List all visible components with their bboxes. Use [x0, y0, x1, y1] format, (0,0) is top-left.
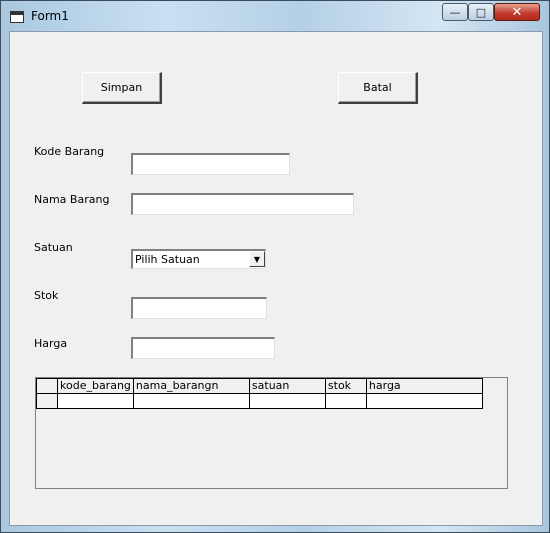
harga-label: Harga — [34, 337, 68, 350]
save-button[interactable]: Simpan — [82, 72, 162, 104]
maximize-button[interactable]: □ — [468, 3, 494, 21]
grid-row-selector[interactable] — [36, 393, 58, 409]
form-client-area: Simpan Batal Kode Barang Nama Barang Sat… — [9, 31, 543, 526]
grid-corner-cell[interactable] — [36, 378, 58, 394]
satuan-select[interactable]: Pilih Satuan ▼ — [131, 249, 266, 269]
grid-cell[interactable] — [248, 393, 326, 409]
dropdown-arrow-icon[interactable]: ▼ — [249, 251, 265, 267]
data-grid-table: kode_barang nama_barangn satuan stok har… — [36, 378, 483, 409]
data-grid[interactable]: kode_barang nama_barangn satuan stok har… — [35, 377, 508, 489]
table-row[interactable] — [36, 393, 483, 409]
satuan-selected-value: Pilih Satuan — [135, 253, 200, 266]
title-bar[interactable]: Form1 — □ ✕ — [1, 1, 549, 31]
grid-header-row: kode_barang nama_barangn satuan stok har… — [36, 378, 483, 394]
harga-input[interactable] — [131, 337, 275, 359]
minimize-icon: — — [449, 5, 461, 19]
minimize-button[interactable]: — — [442, 3, 468, 21]
window-title: Form1 — [31, 9, 69, 23]
kode-barang-label: Kode Barang — [34, 145, 105, 158]
stok-input[interactable] — [131, 297, 267, 319]
grid-cell[interactable] — [365, 393, 483, 409]
close-button[interactable]: ✕ — [494, 3, 540, 21]
grid-column-header[interactable]: harga — [365, 378, 483, 394]
grid-cell[interactable] — [132, 393, 250, 409]
cancel-button[interactable]: Batal — [338, 72, 418, 104]
grid-column-header[interactable]: kode_barang — [57, 378, 134, 394]
kode-barang-input[interactable] — [131, 153, 290, 175]
grid-cell[interactable] — [324, 393, 367, 409]
form-icon — [10, 11, 24, 23]
stok-label: Stok — [34, 289, 59, 302]
grid-column-header[interactable]: stok — [324, 378, 367, 394]
grid-column-header[interactable]: nama_barangn — [132, 378, 250, 394]
nama-barang-label: Nama Barang — [34, 193, 110, 206]
window-frame: Form1 — □ ✕ Simpan Batal Kode Barang Nam… — [0, 0, 550, 533]
nama-barang-input[interactable] — [131, 193, 354, 215]
grid-column-header[interactable]: satuan — [248, 378, 326, 394]
satuan-label: Satuan — [34, 241, 73, 254]
close-icon: ✕ — [511, 4, 523, 20]
grid-cell[interactable] — [57, 393, 134, 409]
maximize-icon: □ — [475, 5, 487, 19]
